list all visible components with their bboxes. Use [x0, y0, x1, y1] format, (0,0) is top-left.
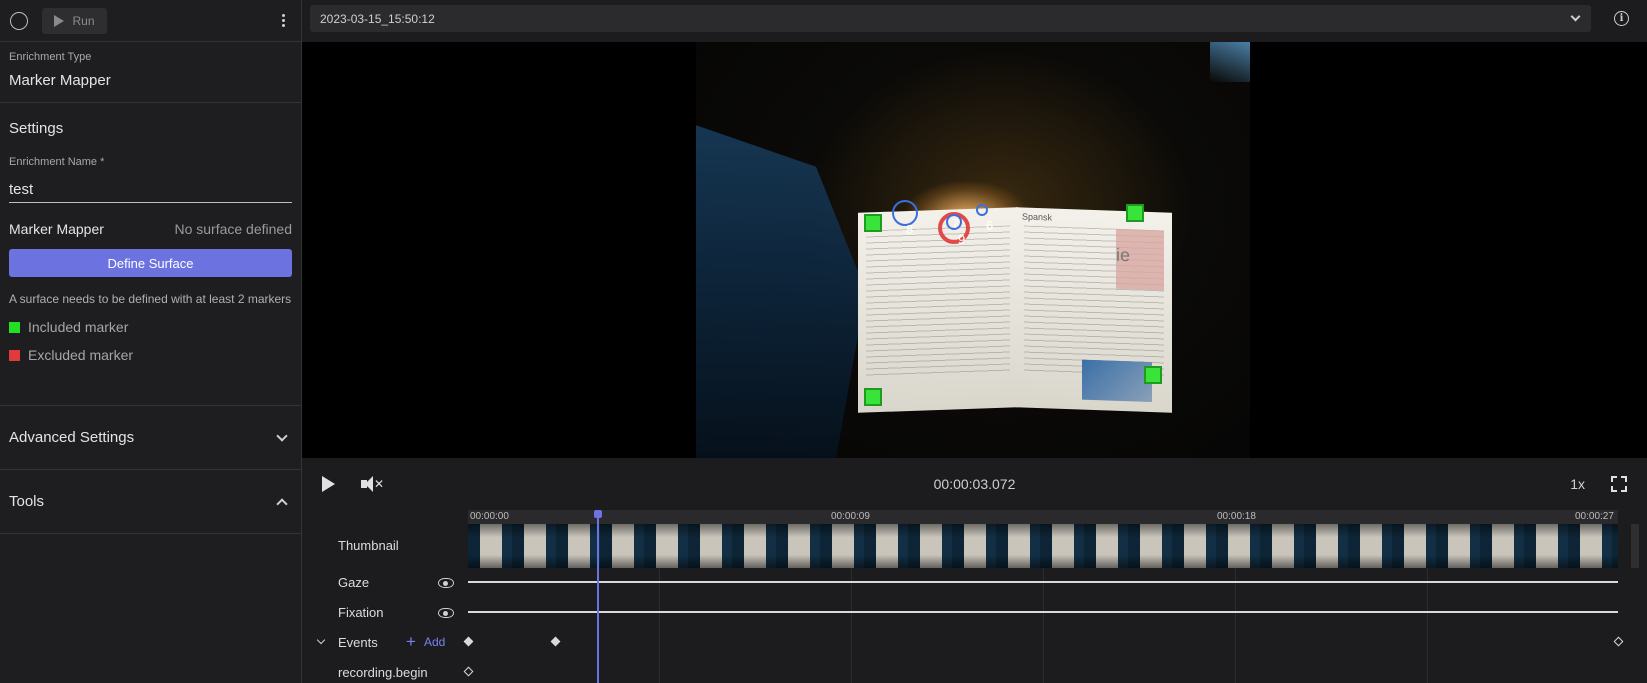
excluded-marker-swatch	[9, 349, 20, 361]
eye-icon[interactable]	[438, 608, 454, 618]
scene-corner	[1210, 42, 1250, 82]
player-controls: ✕ 00:00:03.072 1x	[302, 458, 1647, 510]
tools-toggle[interactable]: Tools	[0, 470, 301, 534]
video-viewport[interactable]: Spansk ie 8 7 9 6	[302, 42, 1647, 458]
menu-heading-ie: ie	[1116, 244, 1131, 266]
recording-bar: 2023-03-15_15:50:12 i	[302, 0, 1647, 42]
run-label: Run	[72, 13, 95, 28]
gaze-label: 9	[958, 232, 966, 247]
info-icon[interactable]: i	[1614, 11, 1629, 26]
more-options-icon[interactable]	[282, 14, 285, 27]
included-marker-swatch	[9, 321, 20, 333]
chevron-down-icon[interactable]	[316, 635, 326, 645]
recording-select-value: 2023-03-15_15:50:12	[320, 11, 435, 26]
menu-left-page	[858, 207, 1018, 413]
advanced-settings-label: Advanced Settings	[9, 429, 135, 446]
muted-speaker-icon[interactable]: ✕	[361, 476, 384, 492]
surface-hint: A surface needs to be defined with at le…	[9, 292, 292, 306]
gaze-circle	[892, 200, 918, 226]
legend-included: Included marker	[9, 319, 292, 335]
event-marker[interactable]	[463, 666, 474, 677]
gaze-label: 7	[952, 216, 960, 231]
tick-label: 00:00:00	[470, 511, 509, 522]
included-marker-label: Included marker	[28, 319, 129, 335]
current-time: 00:00:03.072	[933, 476, 1016, 492]
eye-icon[interactable]	[438, 578, 454, 588]
enrichment-type-section: Enrichment Type Marker Mapper	[0, 42, 301, 103]
row-label-gaze: Gaze	[338, 575, 370, 590]
timeline-scrollbar[interactable]	[1631, 524, 1639, 568]
add-label: Add	[423, 635, 446, 649]
settings-heading: Settings	[9, 120, 64, 137]
included-marker	[1144, 366, 1162, 384]
enrichment-panel: Run Enrichment Type Marker Mapper Settin…	[0, 0, 302, 683]
plus-icon: +	[406, 632, 416, 651]
playhead[interactable]	[597, 510, 599, 683]
marker-mapper-row: Marker Mapper No surface defined	[9, 221, 292, 237]
included-marker	[864, 214, 882, 232]
gaze-circle	[976, 204, 988, 216]
restaurant-menu: Spansk ie	[858, 204, 1172, 413]
menu-heading-spansk: Spansk	[1022, 211, 1053, 223]
tick-label: 00:00:09	[831, 511, 870, 522]
included-marker	[864, 388, 882, 406]
add-event-button[interactable]: + Add	[406, 632, 446, 651]
gaze-label: 8	[906, 222, 914, 237]
enrichment-type-label: Enrichment Type	[9, 51, 92, 63]
scene-video-frame: Spansk ie 8 7 9 6	[696, 42, 1250, 458]
tick-label: 00:00:27	[1575, 511, 1614, 522]
gaze-label: 6	[986, 218, 994, 233]
legend-excluded: Excluded marker	[9, 347, 292, 363]
timeline: 00:00:00 00:00:09 00:00:18 00:00:27 Thum…	[302, 510, 1647, 683]
panel-toolbar: Run	[0, 0, 301, 42]
gaze-track	[468, 581, 1618, 583]
playhead-handle[interactable]	[594, 510, 602, 518]
excluded-marker-label: Excluded marker	[28, 347, 134, 363]
chevron-down-icon	[1570, 11, 1581, 22]
included-marker	[1126, 204, 1144, 222]
marker-mapper-title: Marker Mapper	[9, 221, 104, 237]
surface-status: No surface defined	[174, 221, 292, 237]
tools-label: Tools	[9, 493, 45, 510]
define-surface-button[interactable]: Define Surface	[9, 249, 292, 277]
event-marker[interactable]	[550, 636, 561, 647]
time-ruler[interactable]: 00:00:00 00:00:09 00:00:18 00:00:27	[468, 510, 1618, 524]
fixation-track	[468, 611, 1618, 613]
run-button[interactable]: Run	[42, 7, 107, 34]
enrichment-type-value: Marker Mapper	[9, 72, 111, 89]
event-marker[interactable]	[1613, 636, 1624, 647]
recording-select[interactable]: 2023-03-15_15:50:12	[310, 5, 1591, 32]
chevron-up-icon	[276, 497, 288, 510]
row-label-thumbnail: Thumbnail	[338, 538, 399, 553]
advanced-settings-toggle[interactable]: Advanced Settings	[0, 406, 301, 470]
enrichment-name-input[interactable]: test	[9, 177, 292, 203]
fullscreen-icon[interactable]	[1611, 476, 1627, 492]
event-marker[interactable]	[463, 636, 474, 647]
row-label-events: Events	[338, 635, 378, 650]
row-label-recording-begin: recording.begin	[338, 665, 428, 680]
thumbnail-shade	[468, 524, 1618, 568]
tick-label: 00:00:18	[1217, 511, 1256, 522]
enrichment-name-label: Enrichment Name *	[9, 156, 105, 168]
settings-section: Settings Enrichment Name * test Marker M…	[0, 103, 301, 406]
play-icon[interactable]	[322, 476, 335, 492]
status-circle-icon[interactable]	[10, 11, 28, 30]
chevron-down-icon	[276, 429, 288, 442]
play-icon	[54, 14, 65, 27]
row-label-fixation: Fixation	[338, 605, 384, 620]
playback-speed[interactable]: 1x	[1570, 476, 1585, 492]
